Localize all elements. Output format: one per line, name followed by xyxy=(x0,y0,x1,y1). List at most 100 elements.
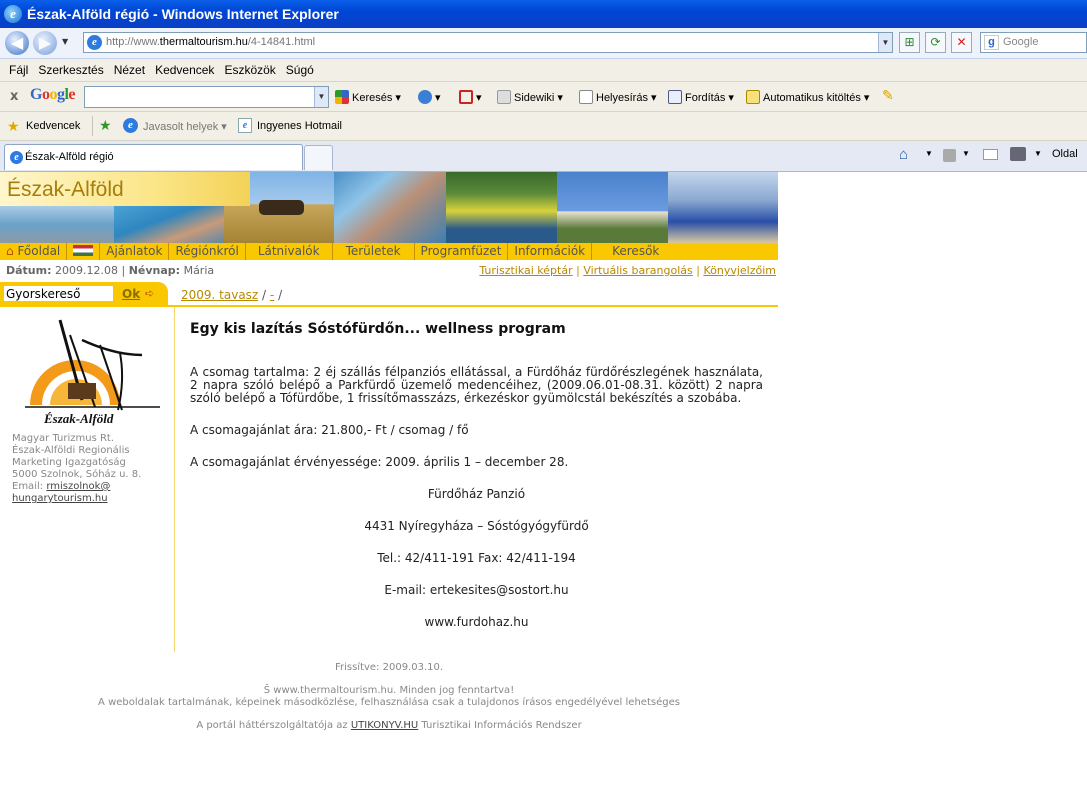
sidewiki-button[interactable]: Sidewiki ▾ xyxy=(497,90,563,104)
title-bar: e Észak-Alföld régió - Windows Internet … xyxy=(0,0,1087,28)
hungarian-flag-icon[interactable] xyxy=(67,243,101,260)
nav-ajanlatok[interactable]: Ajánlatok xyxy=(100,243,170,260)
gallery-link[interactable]: Turisztikai képtár xyxy=(479,264,572,277)
updated-date: Frissítve: 2009.03.10. xyxy=(334,662,444,673)
suggested-sites-link[interactable]: Javasolt helyek ▾ xyxy=(143,120,227,133)
google-logo: Google xyxy=(30,86,76,103)
breadcrumb: 2009. tavasz / - / xyxy=(181,288,283,302)
history-dropdown-icon[interactable]: ▼ xyxy=(62,37,68,46)
add-button[interactable]: ▾ xyxy=(418,90,441,104)
nav-programfuzet[interactable]: Programfüzet xyxy=(415,243,509,260)
home-icon[interactable]: ⌂ xyxy=(899,146,908,163)
contact-email: E-mail: ertekesites@sostort.hu xyxy=(384,583,569,597)
suggested-sites-icon: e xyxy=(123,118,138,133)
window-title: Észak-Alföld régió - Windows Internet Ex… xyxy=(27,6,339,22)
home-icon: ⌂ xyxy=(6,244,14,258)
breadcrumb-link[interactable]: 2009. tavasz xyxy=(181,288,258,302)
add-favorite-icon[interactable]: ★ xyxy=(99,117,112,134)
google-g-icon xyxy=(335,90,349,104)
portal-credit: A portál háttérszolgáltatója az UTIKONYV… xyxy=(196,720,582,731)
contact-website: www.furdohaz.hu xyxy=(424,615,529,629)
refresh-icon[interactable]: ⟳ xyxy=(925,32,946,53)
email-link-continued[interactable]: hungarytourism.hu xyxy=(12,493,108,504)
tab-eszak-alfold[interactable]: e Észak-Alföld régió xyxy=(4,144,303,170)
copyright: Š www.thermaltourism.hu. Minden jog fenn… xyxy=(263,685,515,696)
print-icon[interactable] xyxy=(1010,147,1026,161)
favorites-button[interactable]: Kedvencek xyxy=(26,120,80,132)
nav-keresok[interactable]: Keresők xyxy=(592,243,679,260)
close-toolbar-icon[interactable]: x xyxy=(10,89,18,104)
sidewiki-icon xyxy=(497,90,511,104)
home-dropdown-icon[interactable]: ▼ xyxy=(925,149,933,158)
spellcheck-button[interactable]: Helyesírás ▾ xyxy=(579,90,657,104)
hotmail-link[interactable]: Ingyenes Hotmail xyxy=(257,120,342,132)
favorites-star-icon: ★ xyxy=(7,118,20,134)
google-toolbar: x Google ▼ Keresés ▾ ▾ ▾ Sidewiki ▾ Hely… xyxy=(0,82,1087,112)
translate-button[interactable]: Fordítás ▾ xyxy=(668,90,734,104)
forward-button[interactable]: ▶ xyxy=(33,31,57,55)
address-input[interactable]: e http://www.thermaltourism.hu/4-14841.h… xyxy=(83,32,893,53)
quicksearch-input[interactable] xyxy=(4,286,113,301)
highlighter-icon[interactable]: ✎ xyxy=(882,87,894,104)
menu-bar: Fájl Szerkesztés Nézet Kedvencek Eszközö… xyxy=(0,59,1087,82)
page-menu-button[interactable]: Oldal xyxy=(1052,148,1078,160)
menu-edit[interactable]: Szerkesztés xyxy=(38,63,103,77)
date-label: Dátum: xyxy=(6,264,52,277)
google-search-button[interactable]: Keresés ▾ xyxy=(335,90,401,104)
page-content: Észak-Alföld ⌂ Főoldal Ajánlatok Régiónk… xyxy=(0,172,1087,809)
menu-tools[interactable]: Eszközök xyxy=(224,63,275,77)
nav-informaciok[interactable]: Információk xyxy=(508,243,593,260)
new-tab-button[interactable] xyxy=(304,145,333,170)
rss-icon[interactable] xyxy=(943,149,956,162)
nav-regionkrol[interactable]: Régiónkról xyxy=(169,243,246,260)
contact-address: 4431 Nyíregyháza – Sóstógyógyfürdő xyxy=(364,519,589,533)
address-row: ◀ ▶ ▼ e http://www.thermaltourism.hu/4-1… xyxy=(0,28,1087,59)
site-banner: Észak-Alföld xyxy=(0,172,778,243)
nav-latnivalok[interactable]: Látnivalók xyxy=(246,243,333,260)
horses-silhouette xyxy=(259,200,304,215)
site-nav: ⌂ Főoldal Ajánlatok Régiónkról Látnivaló… xyxy=(0,243,778,260)
virtual-tour-link[interactable]: Virtuális barangolás xyxy=(583,264,692,277)
utikonyv-link[interactable]: UTIKONYV.HU xyxy=(351,720,418,731)
rss-dropdown-icon[interactable]: ▼ xyxy=(962,149,970,158)
copyright-notice: A weboldalak tartalmának, képeinek másod… xyxy=(98,697,680,708)
page-icon: e xyxy=(87,35,102,50)
stop-icon[interactable]: ✕ xyxy=(951,32,972,53)
bookmarks-link[interactable]: Könyvjelzőim xyxy=(703,264,776,277)
tab-bar: e Észak-Alföld régió ⌂ ▼ ▼ ▼ Oldal xyxy=(0,141,1087,172)
browser-window: e Észak-Alföld régió - Windows Internet … xyxy=(0,0,1087,809)
contact-phone: Tel.: 42/411-191 Fax: 42/411-194 xyxy=(377,551,576,565)
google-dropdown-icon[interactable]: ▼ xyxy=(314,87,328,107)
nav-fooldal[interactable]: ⌂ Főoldal xyxy=(0,243,68,260)
contact-address: Magyar Turizmus Rt. Észak-Alföldi Region… xyxy=(12,433,142,504)
back-button[interactable]: ◀ xyxy=(5,31,29,55)
popup-blocker-button[interactable]: ▾ xyxy=(459,90,482,104)
email-link[interactable]: rmiszolnok@ xyxy=(46,481,110,492)
ie-logo-icon: e xyxy=(4,5,22,23)
contact-name: Fürdőház Panzió xyxy=(427,487,526,501)
spellcheck-icon xyxy=(579,90,593,104)
cheerleaders-photo xyxy=(668,172,778,243)
arrow-right-icon: ➪ xyxy=(145,287,155,300)
site-name: Észak-Alföld xyxy=(7,178,124,201)
read-mail-icon[interactable] xyxy=(983,149,998,160)
fountain-photo xyxy=(0,206,114,243)
nameday-value: Mária xyxy=(183,264,215,277)
quicksearch-ok-button[interactable]: Ok xyxy=(122,287,140,301)
nameday-label: Névnap: xyxy=(128,264,181,277)
package-contents: A csomag tartalma: 2 éj szállás félpanzi… xyxy=(190,365,763,405)
autofill-icon xyxy=(746,90,760,104)
quicksearch-bar: Ok ➪ 2009. tavasz / - / xyxy=(0,282,778,307)
compatibility-icon[interactable]: ⊞ xyxy=(899,32,920,53)
address-dropdown-icon[interactable]: ▼ xyxy=(878,33,892,52)
menu-help[interactable]: Súgó xyxy=(286,63,314,77)
google-search-input[interactable]: ▼ xyxy=(84,86,329,108)
print-dropdown-icon[interactable]: ▼ xyxy=(1034,149,1042,158)
hotmail-icon: e xyxy=(238,118,252,133)
autofill-button[interactable]: Automatikus kitöltés ▾ xyxy=(746,90,869,104)
menu-favorites[interactable]: Kedvencek xyxy=(155,63,214,77)
menu-file[interactable]: Fájl xyxy=(9,63,28,77)
search-input[interactable]: g Google xyxy=(980,32,1087,53)
menu-view[interactable]: Nézet xyxy=(114,63,145,77)
nav-teruletek[interactable]: Területek xyxy=(333,243,415,260)
